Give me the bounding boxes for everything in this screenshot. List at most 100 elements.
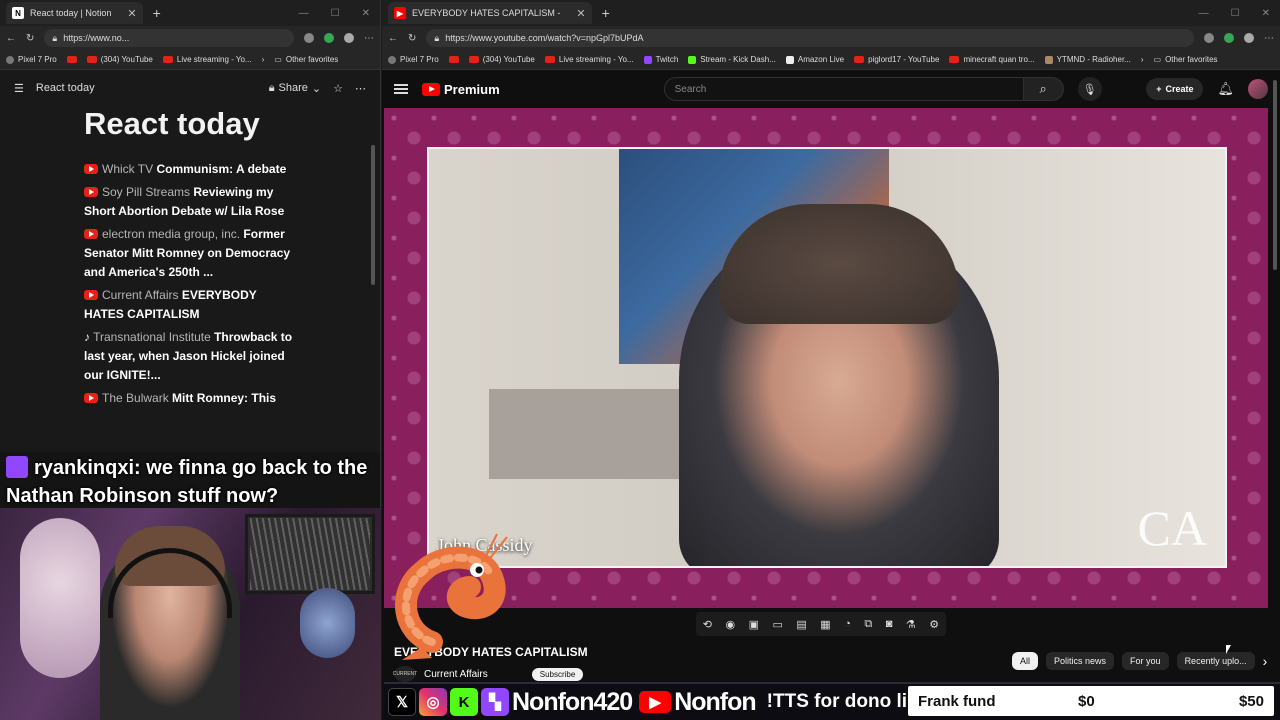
plus-icon: + <box>1156 84 1162 94</box>
video-player[interactable]: John Cassidy CA <box>384 108 1268 608</box>
fav-item[interactable]: (304) YouTube <box>86 55 153 64</box>
extension-icon[interactable] <box>1204 33 1214 43</box>
fav-item[interactable]: Pixel 7 Pro <box>6 55 57 64</box>
list-item[interactable]: electron media group, inc. Former Senato… <box>84 225 294 282</box>
audio-icon[interactable]: ◉ <box>725 618 735 631</box>
more-icon[interactable]: ⋯ <box>1264 33 1274 44</box>
fav-item[interactable]: ▭ Other favorites <box>274 55 338 64</box>
grammarly-icon[interactable] <box>1224 33 1234 43</box>
favorites-bar: Pixel 7 Pro (304) YouTube Live streaming… <box>382 50 1280 70</box>
tiktok-icon: ♪ <box>84 330 94 344</box>
maximize-icon[interactable]: ☐ <box>331 8 340 19</box>
gear-icon[interactable]: ⚙ <box>929 618 939 631</box>
youtube-icon <box>84 393 98 403</box>
fav-item[interactable]: Live streaming - Yo... <box>162 55 252 64</box>
fav-item[interactable]: minecraft quan tro... <box>949 55 1035 64</box>
create-button[interactable]: + Create <box>1146 78 1204 100</box>
grammarly-icon[interactable] <box>324 33 334 43</box>
url-field[interactable]: 🔒︎ https://www.no... <box>44 29 294 47</box>
address-bar: ← ↻ 🔒︎ https://www.no... ⋯ <box>0 26 380 50</box>
fav-item[interactable]: Amazon Live <box>785 55 844 64</box>
maximize-icon[interactable]: ☐ <box>1231 8 1240 19</box>
shrimp-mascot-icon <box>395 533 508 660</box>
fav-item[interactable]: Twitch <box>643 55 678 64</box>
mic-button[interactable]: 🎙︎ <box>1077 77 1102 101</box>
more-icon[interactable]: ⋯ <box>364 33 374 44</box>
chip-politics[interactable]: Politics news <box>1046 652 1115 670</box>
share-button[interactable]: 🔒︎ Share ⌄ <box>269 82 321 95</box>
list-item[interactable]: ♪ Transnational Institute Throwback to l… <box>84 328 294 385</box>
search-input[interactable]: Search <box>663 77 1024 101</box>
speed-icon[interactable]: ◔ <box>844 618 851 630</box>
refresh-icon[interactable]: ↻ <box>408 33 416 44</box>
tab-youtube[interactable]: ▶ EVERYBODY HATES CAPITALISM - ✕ <box>388 2 592 24</box>
new-tab-icon[interactable]: + <box>153 5 161 21</box>
fav-item[interactable]: (304) YouTube <box>468 55 535 64</box>
fav-item[interactable] <box>448 56 459 63</box>
camera-icon[interactable]: ◙ <box>886 618 893 630</box>
avatar[interactable] <box>1248 79 1268 99</box>
profile-icon[interactable] <box>344 33 354 43</box>
subscribe-button[interactable]: Subscribe <box>531 667 584 681</box>
extension-toolbar: ⟲ ◉ ▣ ▭ ▤ ▦ ◔ ⧉ ◙ ⚗ ⚙ <box>696 612 946 636</box>
star-icon[interactable]: ☆ <box>333 82 343 95</box>
view-icon[interactable]: ▣ <box>749 618 759 631</box>
minimize-icon[interactable]: — <box>1199 8 1209 19</box>
fav-item[interactable]: Live streaming - Yo... <box>544 55 634 64</box>
chip-all[interactable]: All <box>1012 652 1039 670</box>
close-icon[interactable]: ✕ <box>127 7 136 20</box>
close-icon[interactable]: ✕ <box>576 7 585 20</box>
theater-icon[interactable]: ▭ <box>772 618 782 631</box>
lock-icon: 🔒︎ <box>52 32 58 43</box>
search-button[interactable]: ⌕ <box>1023 77 1064 101</box>
profile-icon[interactable] <box>1244 33 1254 43</box>
fav-item[interactable]: Stream - Kick Dash... <box>688 55 776 64</box>
flask-icon[interactable]: ⚗ <box>906 618 916 631</box>
scrollbar[interactable] <box>1273 80 1277 270</box>
chip-for-you[interactable]: For you <box>1122 652 1169 670</box>
list-item[interactable]: Whick TV Communism: A debate <box>84 160 294 179</box>
youtube-logo[interactable]: Premium <box>422 82 500 97</box>
chip-recent[interactable]: Recently uplo... <box>1176 652 1255 670</box>
menu-icon[interactable]: ☰ <box>14 82 24 95</box>
list-item[interactable]: Current Affairs EVERYBODY HATES CAPITALI… <box>84 286 294 324</box>
fav-item[interactable]: YTMND - Radioher... <box>1044 55 1131 64</box>
layout-icon[interactable]: ▦ <box>820 618 830 631</box>
youtube-icon <box>84 229 98 239</box>
list-item[interactable]: The Bulwark Mitt Romney: This <box>84 389 294 408</box>
channel-name[interactable]: Current Affairs <box>424 669 488 680</box>
minimize-icon[interactable]: — <box>299 8 309 19</box>
new-tab-icon[interactable]: + <box>602 5 610 21</box>
back-icon[interactable]: ← <box>388 33 398 44</box>
scrollbar[interactable] <box>371 145 375 285</box>
bell-icon[interactable]: 🔔︎ <box>1217 81 1234 97</box>
fund-current: $0 <box>1078 692 1095 710</box>
pip-icon[interactable]: ⧉ <box>864 618 872 631</box>
chevron-right-icon[interactable]: › <box>1263 653 1268 669</box>
breadcrumb[interactable]: React today <box>36 82 95 94</box>
chevron-right-icon[interactable]: › <box>1141 55 1144 64</box>
menu-icon[interactable] <box>394 84 408 94</box>
url-field[interactable]: 🔒︎ https://www.youtube.com/watch?v=npGpl… <box>426 29 1194 47</box>
fav-item[interactable]: ▭ Other favorites <box>1154 55 1218 64</box>
close-window-icon[interactable]: ✕ <box>1262 8 1270 19</box>
close-window-icon[interactable]: ✕ <box>362 8 370 19</box>
video-frame: John Cassidy CA <box>427 147 1227 568</box>
refresh-icon[interactable]: ↻ <box>26 33 34 44</box>
back-icon[interactable]: ← <box>6 33 16 44</box>
tab-notion[interactable]: N React today | Notion ✕ <box>6 2 143 24</box>
search-icon: ⌕ <box>1039 81 1047 96</box>
screenshot-icon[interactable]: ▤ <box>796 618 806 631</box>
youtube-icon <box>86 56 97 63</box>
fav-item[interactable]: piglord17 - YouTube <box>854 55 939 64</box>
fav-item[interactable]: Pixel 7 Pro <box>388 55 439 64</box>
loop-icon[interactable]: ⟲ <box>703 618 712 631</box>
fav-item[interactable] <box>66 56 77 63</box>
extension-icon[interactable] <box>304 33 314 43</box>
list-item[interactable]: Soy Pill Streams Reviewing my Short Abor… <box>84 183 294 221</box>
more-icon[interactable]: ⋯ <box>355 82 366 95</box>
right-browser-window: ▶ EVERYBODY HATES CAPITALISM - ✕ + — ☐ ✕… <box>382 0 1280 720</box>
channel-avatar[interactable]: CURRENT <box>393 666 417 682</box>
channel-row: CURRENT Current Affairs Subscribe <box>393 666 584 682</box>
chevron-right-icon[interactable]: › <box>262 55 265 64</box>
